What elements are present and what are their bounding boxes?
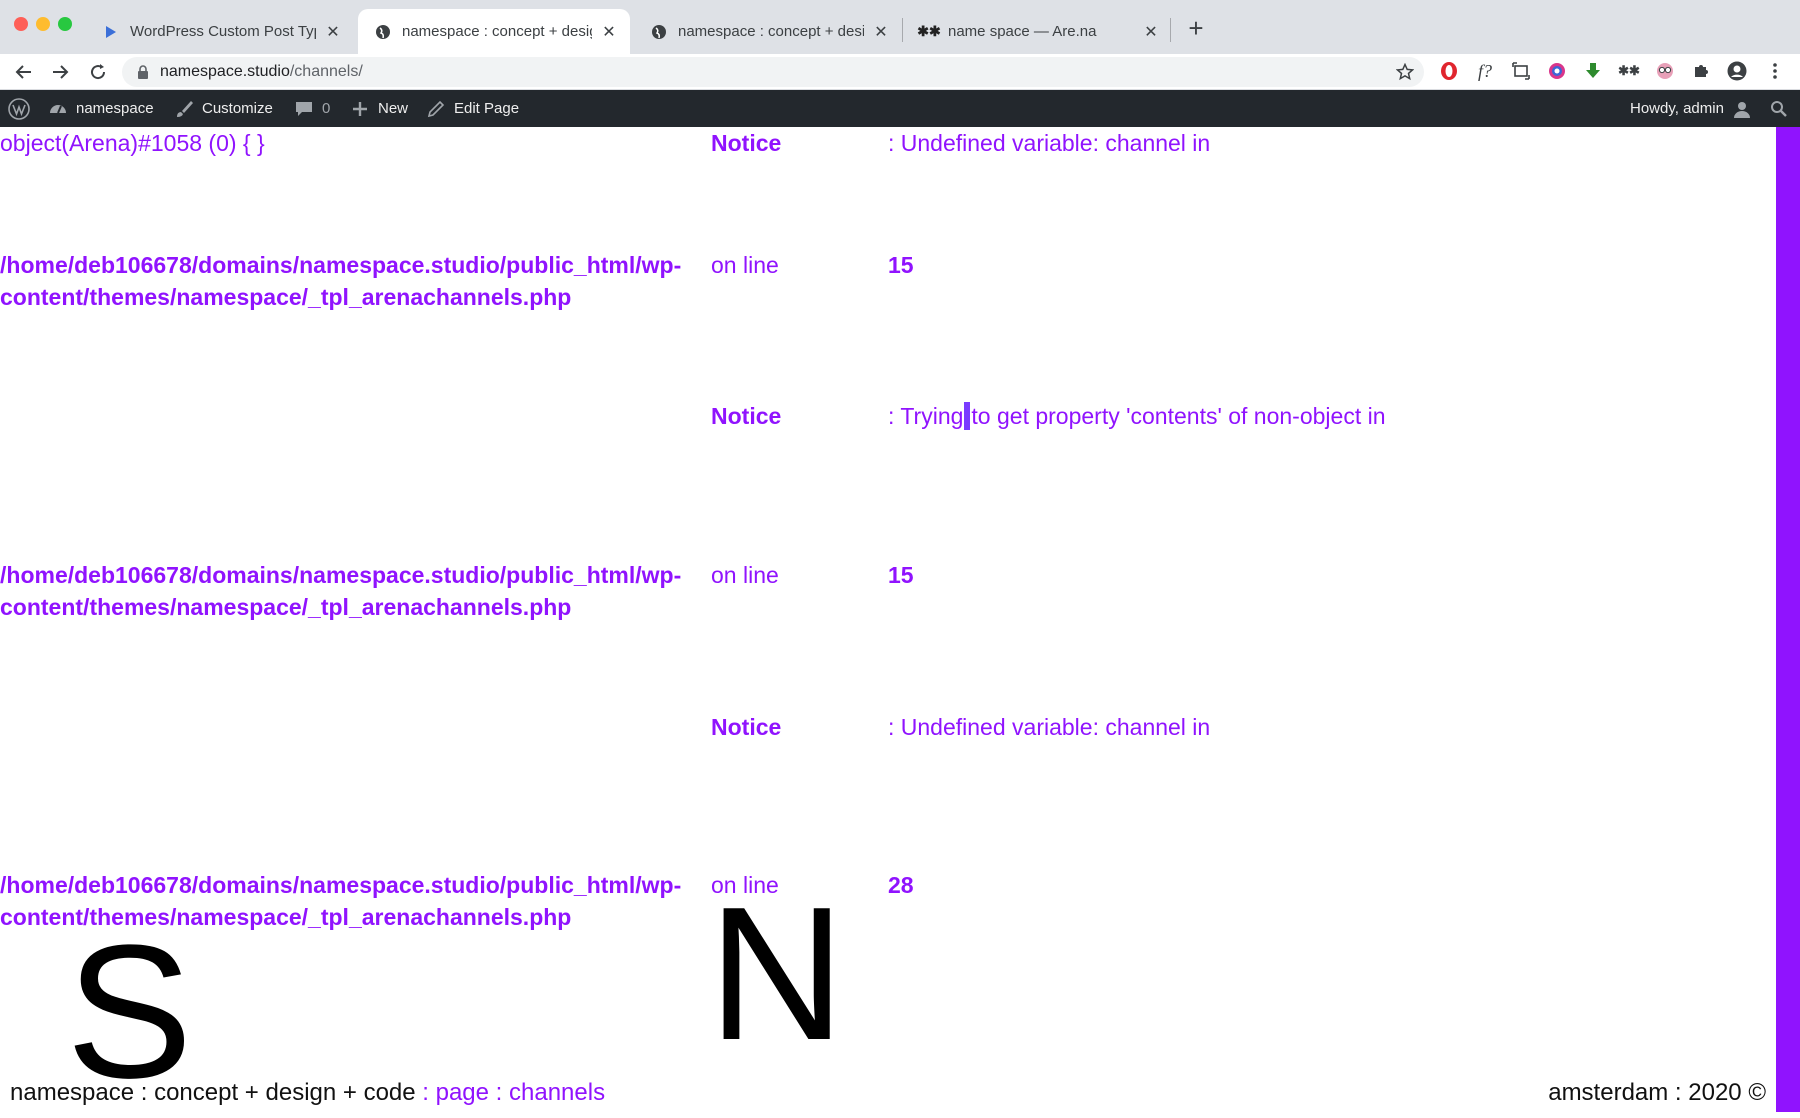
bookmark-star-icon[interactable] bbox=[1394, 61, 1416, 83]
footer-title: namespace : concept + design + code bbox=[10, 1079, 416, 1106]
tab-separator bbox=[902, 18, 903, 42]
window-zoom-button[interactable] bbox=[58, 17, 72, 31]
close-icon[interactable]: ✕ bbox=[872, 23, 890, 41]
admin-search-button[interactable] bbox=[1770, 90, 1788, 127]
arrow-right-icon bbox=[53, 65, 69, 79]
globe-icon bbox=[374, 23, 392, 41]
line-number: 28 bbox=[888, 872, 914, 898]
on-line-label: on line bbox=[711, 562, 779, 588]
file-path-line: content/themes/namespace/_tpl_arenachann… bbox=[0, 284, 572, 310]
arrow-left-icon bbox=[15, 65, 31, 79]
screenshot-extension-icon[interactable] bbox=[1508, 58, 1534, 84]
browser-tab-active[interactable]: namespace : concept + design ✕ bbox=[358, 9, 630, 54]
footer-site-credit: namespace : concept + design + code : pa… bbox=[10, 1079, 605, 1107]
on-line-label: on line bbox=[711, 252, 779, 278]
window-close-button[interactable] bbox=[14, 17, 28, 31]
url-path: /channels/ bbox=[289, 63, 363, 80]
line-number: 15 bbox=[888, 562, 914, 588]
text-cursor bbox=[964, 402, 971, 430]
owl-extension-icon[interactable] bbox=[1652, 58, 1678, 84]
comments-count: 0 bbox=[322, 100, 331, 117]
customize-label: Customize bbox=[202, 100, 273, 117]
user-avatar-icon bbox=[1732, 99, 1752, 119]
file-path: /home/deb106678/domains/namespace.studio… bbox=[0, 249, 710, 313]
font-extension-icon[interactable]: f? bbox=[1472, 58, 1498, 84]
notice-message-part: : Trying bbox=[888, 403, 964, 429]
footer-copyright: amsterdam : 2020 © bbox=[1548, 1079, 1766, 1106]
globe-icon bbox=[650, 23, 668, 41]
new-label: New bbox=[378, 100, 409, 117]
tab-title: name space — Are.na bbox=[948, 23, 1097, 40]
color-picker-extension-icon[interactable] bbox=[1544, 58, 1570, 84]
edit-page-link[interactable]: Edit Page bbox=[426, 90, 519, 127]
purple-side-bar bbox=[1776, 127, 1800, 1112]
profile-avatar-icon[interactable] bbox=[1724, 58, 1750, 84]
window-minimize-button[interactable] bbox=[36, 17, 50, 31]
footer-page-link[interactable]: : page : channels bbox=[416, 1079, 605, 1106]
file-path-line: content/themes/namespace/_tpl_arenachann… bbox=[0, 594, 572, 620]
download-extension-icon[interactable] bbox=[1580, 58, 1606, 84]
reload-button[interactable] bbox=[84, 58, 112, 86]
notice-message-part: to get property 'contents' of non-object… bbox=[971, 403, 1386, 429]
file-path-line: /home/deb106678/domains/namespace.studio… bbox=[0, 252, 682, 278]
file-path-line: /home/deb106678/domains/namespace.studio… bbox=[0, 562, 682, 588]
customize-link[interactable]: Customize bbox=[174, 90, 273, 127]
file-path: /home/deb106678/domains/namespace.studio… bbox=[0, 559, 710, 623]
howdy-label: Howdy, admin bbox=[1630, 100, 1724, 117]
wordpress-logo-icon bbox=[8, 97, 30, 120]
url-text: namespace.studio/channels/ bbox=[160, 63, 363, 81]
tab-title: namespace : concept + design bbox=[402, 23, 592, 40]
line-number: 15 bbox=[888, 252, 914, 278]
opera-extension-icon[interactable] bbox=[1436, 58, 1462, 84]
big-letter-n: N bbox=[708, 868, 846, 1080]
wp-dev-icon bbox=[102, 23, 120, 41]
tab-separator bbox=[1170, 18, 1171, 42]
browser-tab[interactable]: WordPress Custom Post Type ( ✕ bbox=[86, 9, 354, 54]
forward-button[interactable] bbox=[46, 58, 74, 86]
notice-label: Notice bbox=[711, 403, 782, 429]
arena-extension-icon[interactable]: ✱✱ bbox=[1616, 58, 1642, 84]
puzzle-extensions-icon[interactable] bbox=[1688, 58, 1714, 84]
tab-title: WordPress Custom Post Type ( bbox=[130, 23, 316, 40]
new-content-menu[interactable]: New bbox=[350, 90, 408, 127]
object-dump: object(Arena)#1058 (0) { } bbox=[0, 130, 265, 156]
plus-icon bbox=[350, 99, 370, 119]
comments-link[interactable]: 0 bbox=[294, 90, 330, 127]
notice-message: : Undefined variable: channel in bbox=[888, 130, 1211, 156]
arena-icon: ✱✱ bbox=[917, 23, 941, 39]
wp-admin-bar: namespace Customize 0 New Edit Page Howd… bbox=[0, 90, 1800, 127]
brush-icon bbox=[174, 99, 194, 119]
close-icon[interactable]: ✕ bbox=[1142, 23, 1160, 41]
page-content: object(Arena)#1058 (0) { } Notice : Unde… bbox=[0, 127, 1800, 1112]
browser-tab[interactable]: namespace : concept + design ✕ bbox=[634, 9, 902, 54]
site-name-menu[interactable]: namespace bbox=[48, 90, 154, 127]
site-name-label: namespace bbox=[76, 100, 154, 117]
browser-tab-strip: WordPress Custom Post Type ( ✕ namespace… bbox=[0, 0, 1800, 54]
new-tab-button[interactable]: + bbox=[1182, 15, 1210, 43]
notice-message: : Trying to get property 'contents' of no… bbox=[888, 400, 1386, 432]
tab-title: namespace : concept + design bbox=[678, 23, 864, 40]
notice-message: : Undefined variable: channel in bbox=[888, 714, 1211, 740]
close-icon[interactable]: ✕ bbox=[600, 23, 618, 41]
lock-icon bbox=[138, 65, 148, 79]
file-path-line: /home/deb106678/domains/namespace.studio… bbox=[0, 872, 682, 898]
notice-label: Notice bbox=[711, 130, 782, 156]
reload-icon bbox=[91, 64, 106, 80]
url-host: namespace.studio bbox=[160, 63, 290, 80]
browser-tab[interactable]: ✱✱ name space — Are.na ✕ bbox=[904, 9, 1172, 54]
notice-label: Notice bbox=[711, 714, 782, 740]
wp-logo-menu[interactable] bbox=[8, 90, 30, 127]
more-menu-icon[interactable] bbox=[1762, 58, 1788, 84]
edit-page-label: Edit Page bbox=[454, 100, 520, 117]
dashboard-icon bbox=[48, 99, 68, 119]
back-button[interactable] bbox=[10, 58, 38, 86]
search-icon bbox=[1771, 100, 1787, 117]
address-bar[interactable]: namespace.studio/channels/ bbox=[122, 57, 1424, 87]
comment-icon bbox=[294, 99, 314, 119]
my-account-menu[interactable]: Howdy, admin bbox=[1630, 90, 1752, 127]
pencil-icon bbox=[426, 99, 446, 119]
close-icon[interactable]: ✕ bbox=[324, 23, 342, 41]
